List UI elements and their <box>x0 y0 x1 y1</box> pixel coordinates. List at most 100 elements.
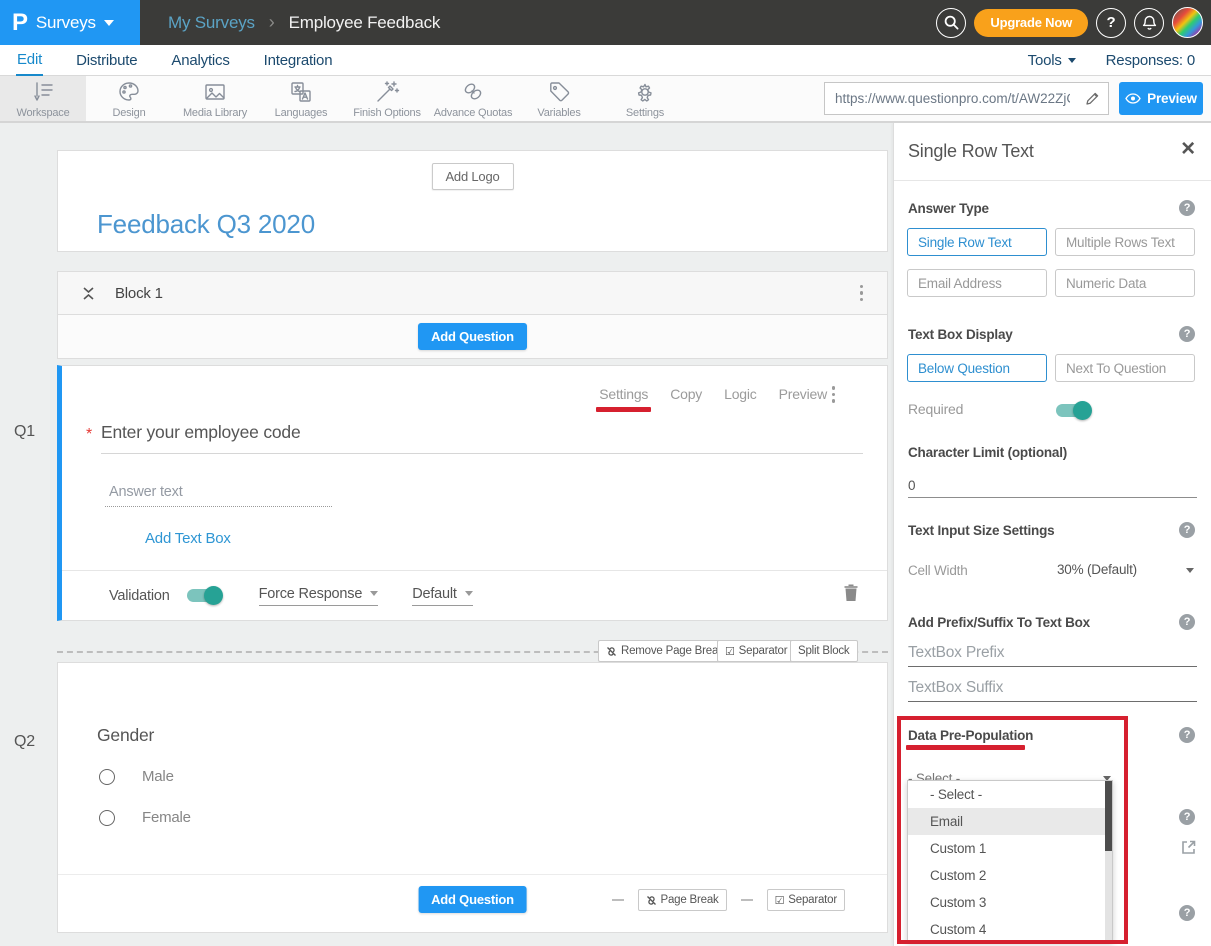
tab-question-copy[interactable]: Copy <box>670 386 702 402</box>
force-response-dropdown[interactable]: Force Response <box>259 586 379 606</box>
top-bar: P Surveys My Surveys › Employee Feedback… <box>0 0 1211 45</box>
block-menu-button[interactable] <box>860 285 864 302</box>
help-icon[interactable]: ? <box>1179 727 1195 743</box>
chevron-down-icon <box>104 20 114 26</box>
required-toggle[interactable] <box>1056 404 1090 417</box>
toolbar-item-media-library[interactable]: Media Library <box>172 76 258 121</box>
chevron-down-icon[interactable] <box>1186 568 1194 573</box>
edit-url-button[interactable] <box>1076 83 1108 114</box>
character-limit-underline <box>908 497 1197 498</box>
data-prepopulation-label: Data Pre-Population <box>908 728 1033 743</box>
broken-link-icon <box>606 646 617 657</box>
add-question-button[interactable]: Add Question <box>418 886 527 913</box>
textbox-suffix-input[interactable]: TextBox Suffix <box>908 679 1003 697</box>
upgrade-now-button[interactable]: Upgrade Now <box>974 9 1088 37</box>
chevron-down-icon <box>82 287 95 293</box>
block-header: Block 1 <box>57 271 888 315</box>
notifications-button[interactable] <box>1134 8 1164 38</box>
dropdown-option-custom2[interactable]: Custom 2 <box>908 862 1112 889</box>
tab-question-preview[interactable]: Preview <box>779 386 827 402</box>
breadcrumb-my-surveys[interactable]: My Surveys <box>168 13 255 33</box>
responses-count[interactable]: Responses: 0 <box>1106 52 1195 69</box>
cell-width-label: Cell Width <box>908 563 968 578</box>
display-next-to-question[interactable]: Next To Question <box>1055 354 1195 382</box>
remove-page-break-button[interactable]: Remove Page Break <box>598 640 732 662</box>
toolbar-item-finish-options[interactable]: Finish Options <box>344 76 430 121</box>
survey-url-input[interactable] <box>825 91 1076 106</box>
option-female[interactable]: Female <box>99 809 191 826</box>
character-limit-value[interactable]: 0 <box>908 478 915 493</box>
split-block-button[interactable]: Split Block <box>790 640 858 662</box>
scrollbar-thumb[interactable] <box>1105 781 1112 851</box>
dropdown-scrollbar[interactable] <box>1105 781 1112 941</box>
question-1-text[interactable]: Enter your employee code <box>101 422 300 443</box>
toolbar-item-languages[interactable]: Languages <box>258 76 344 121</box>
question-2-text[interactable]: Gender <box>97 725 154 746</box>
preview-label: Preview <box>1147 91 1197 106</box>
answer-text-placeholder[interactable]: Answer text <box>109 484 183 500</box>
toolbar-item-variables[interactable]: Variables <box>516 76 602 121</box>
option-male[interactable]: Male <box>99 768 174 785</box>
add-question-button[interactable]: Add Question <box>418 323 527 350</box>
textbox-prefix-input[interactable]: TextBox Prefix <box>908 644 1004 662</box>
help-icon[interactable]: ? <box>1179 522 1195 538</box>
tab-distribute[interactable]: Distribute <box>75 47 138 75</box>
help-icon[interactable]: ? <box>1179 614 1195 630</box>
page-break-button[interactable]: Page Break <box>638 889 727 911</box>
workspace-icon <box>30 79 56 105</box>
toolbar-item-advance-quotas[interactable]: Advance Quotas <box>430 76 516 121</box>
preview-button[interactable]: Preview <box>1119 82 1203 115</box>
survey-canvas: Q1 Q2 Add Logo Feedback Q3 2020 Block 1 … <box>0 123 893 946</box>
toolbar-item-settings[interactable]: Settings <box>602 76 688 121</box>
block-name[interactable]: Block 1 <box>115 285 163 302</box>
toolbar-items: Workspace Design Media Library Languages… <box>0 76 688 121</box>
dropdown-option-custom1[interactable]: Custom 1 <box>908 835 1112 862</box>
product-switcher[interactable]: P Surveys <box>0 0 140 45</box>
tab-question-logic[interactable]: Logic <box>724 386 756 402</box>
product-name: Surveys <box>36 13 96 33</box>
survey-title[interactable]: Feedback Q3 2020 <box>97 209 315 240</box>
dropdown-option-custom3[interactable]: Custom 3 <box>908 889 1112 916</box>
add-logo-button[interactable]: Add Logo <box>431 163 513 190</box>
cell-width-value[interactable]: 30% (Default) <box>1057 562 1137 577</box>
help-icon[interactable]: ? <box>1179 200 1195 216</box>
delete-question-button[interactable] <box>843 584 859 607</box>
help-icon[interactable]: ? <box>1179 809 1195 825</box>
dropdown-option-custom4[interactable]: Custom 4 <box>908 916 1112 943</box>
toolbar-item-workspace[interactable]: Workspace <box>0 76 86 121</box>
add-question-row: Add Question <box>57 315 888 359</box>
breadcrumb-separator-icon: › <box>269 12 275 33</box>
validation-default-dropdown[interactable]: Default <box>412 586 473 606</box>
tools-menu[interactable]: Tools <box>1028 52 1076 69</box>
search-button[interactable] <box>936 8 966 38</box>
gear-icon <box>632 79 658 105</box>
dropdown-option-email[interactable]: Email <box>908 808 1112 835</box>
checkbox-icon: ☑ <box>775 894 785 907</box>
tab-edit[interactable]: Edit <box>16 46 43 76</box>
display-below-question[interactable]: Below Question <box>907 354 1047 382</box>
separator-button[interactable]: ☑ Separator <box>767 889 845 911</box>
validation-toggle[interactable] <box>187 589 221 602</box>
input-size-label: Text Input Size Settings <box>908 523 1054 538</box>
tab-analytics[interactable]: Analytics <box>170 47 230 75</box>
tab-question-settings[interactable]: Settings <box>599 386 648 402</box>
help-icon[interactable]: ? <box>1179 905 1195 921</box>
character-limit-label: Character Limit (optional) <box>908 445 1067 460</box>
external-link-button[interactable] <box>1180 839 1197 861</box>
add-text-box-link[interactable]: Add Text Box <box>145 530 231 547</box>
answer-type-multiple-rows[interactable]: Multiple Rows Text <box>1055 228 1195 256</box>
answer-type-email[interactable]: Email Address <box>907 269 1047 297</box>
help-button[interactable]: ? <box>1096 8 1126 38</box>
dropdown-option-select[interactable]: - Select - <box>908 781 1112 808</box>
answer-type-single-row[interactable]: Single Row Text <box>907 228 1047 256</box>
question-menu-button[interactable] <box>832 386 836 403</box>
eye-icon <box>1125 93 1141 104</box>
user-avatar[interactable] <box>1172 7 1203 38</box>
answer-type-numeric[interactable]: Numeric Data <box>1055 269 1195 297</box>
tab-integration[interactable]: Integration <box>263 47 334 75</box>
help-icon[interactable]: ? <box>1179 326 1195 342</box>
separator-button[interactable]: ☑ Separator <box>717 640 795 662</box>
collapse-block-button[interactable] <box>82 287 95 300</box>
toolbar-item-design[interactable]: Design <box>86 76 172 121</box>
close-icon[interactable]: × <box>1181 137 1195 161</box>
